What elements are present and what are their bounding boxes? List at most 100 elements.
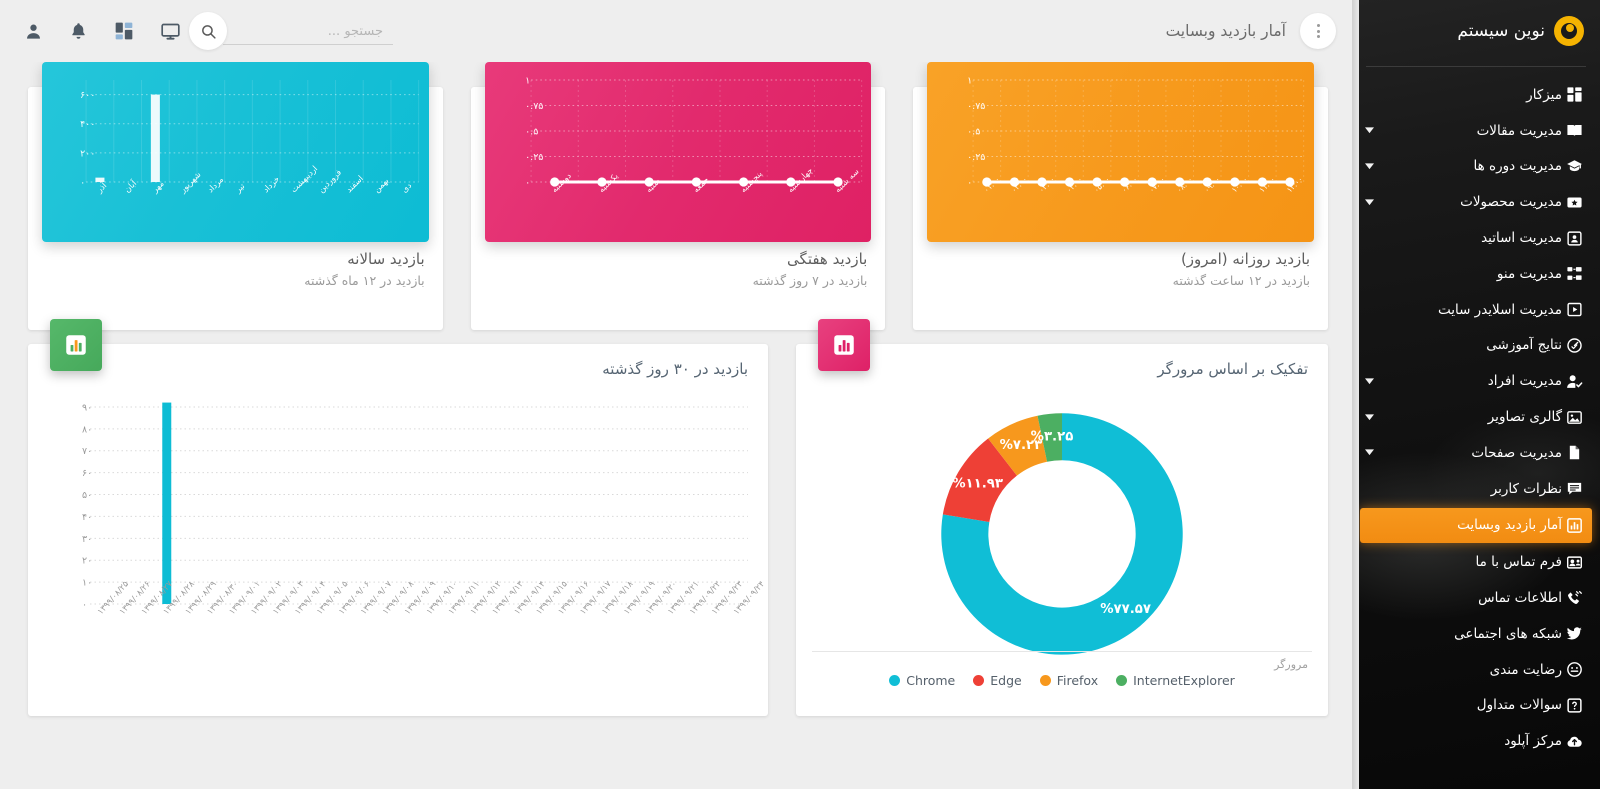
stat-card-row: ۰ ۰.۲۵ ۰.۵ ۰.۷۵ ۱ ۰۱:۰۰ ۰۲:۰۰ ۰۳:۰۰ ۰۴:۰۰ ۰۵:۰۰ ۰۶… <box>14 62 1342 330</box>
weekly-card-title: بازدید هفتگی <box>787 250 868 268</box>
sidebar-item-8[interactable]: نتایج آموزشی <box>1352 328 1600 364</box>
sidebar-divider <box>1366 66 1586 67</box>
sidebar-item-17[interactable]: رضایت مندی <box>1352 652 1600 688</box>
page-title: آمار بازدید وبسایت <box>1165 22 1286 40</box>
yearly-visits-chart: ۰۲۰۰۴۰۰۶۰۰آذر آبان مهر شهریور مرداد تیر خرداد ا… <box>80 80 420 195</box>
thirty-day-visits-chart: ۰۱۰۲۰۳۰۴۰۵۰۶۰۷۰۸۰۹۰۱۳۹۹/۰۸/۲۵۱۳۹۹/۰۸/۲۶۱… <box>82 402 766 616</box>
donut-slice-label: %۳.۲۵ <box>1031 429 1074 444</box>
sidebar-item-9[interactable]: مدیریت افراد <box>1352 363 1600 399</box>
sidebar-item-label: مدیریت افراد <box>1487 373 1562 390</box>
sidebar-item-label: نظرات کاربر <box>1490 480 1562 497</box>
svg-text:۱۰:۰۰: ۱۰:۰۰ <box>1230 175 1250 195</box>
svg-text:۰.۵: ۰.۵ <box>967 127 980 138</box>
svg-text:۶۰: ۶۰ <box>82 468 92 479</box>
svg-text:۰۶:۰۰: ۰۶:۰۰ <box>1120 175 1140 195</box>
ticket-star-icon <box>1562 191 1586 213</box>
svg-text:۰: ۰ <box>82 600 87 611</box>
svg-text:۸۰: ۸۰ <box>82 424 92 435</box>
sidebar-item-4[interactable]: مدیریت محصولات <box>1352 184 1600 220</box>
search-area <box>181 12 393 50</box>
gauge-check-icon <box>1562 334 1586 356</box>
sidebar-item-label: شبکه های اجتماعی <box>1454 625 1562 642</box>
panel-thirty-day-visits: بازدید در ۳۰ روز گذشته ۰ ۱۰ ۲۰ ۳۰ ۴۰ ۵۰ ۶۰ ۷۰ ۸۰… <box>28 319 768 716</box>
svg-text:فروردین: فروردین <box>316 167 343 194</box>
brand[interactable]: نوین سیستم <box>1352 0 1600 62</box>
sidebar-item-label: رضایت مندی <box>1489 661 1562 678</box>
legend-color-dot <box>1039 675 1051 686</box>
sidebar-item-label: مدیریت صفحات <box>1471 444 1562 461</box>
chevron-down-icon[interactable] <box>1362 199 1376 206</box>
chevron-down-icon[interactable] <box>1362 378 1376 385</box>
svg-text:۱۱:۰۰: ۱۱:۰۰ <box>1258 175 1278 195</box>
dashboard-grid-icon <box>1562 84 1586 106</box>
image-icon <box>1562 406 1586 428</box>
svg-text:۰.۵: ۰.۵ <box>525 127 538 138</box>
comment-lines-icon <box>1562 478 1586 500</box>
sidebar-item-19[interactable]: مرکز آپلود <box>1352 723 1600 759</box>
yearly-card-title: بازدید سالانه <box>347 250 425 268</box>
cloud-upload-icon <box>1562 730 1586 752</box>
svg-text:۰.۲۵: ۰.۲۵ <box>525 152 543 163</box>
sidebar-item-14[interactable]: فرم تماس با ما <box>1352 544 1600 580</box>
svg-text:۰۷:۰۰: ۰۷:۰۰ <box>1148 175 1168 195</box>
monitor-icon[interactable] <box>160 21 181 42</box>
kebab-menu-icon[interactable] <box>1300 13 1336 49</box>
sidebar-item-11[interactable]: مدیریت صفحات <box>1352 435 1600 471</box>
svg-text:۲۰۰: ۲۰۰ <box>80 148 95 159</box>
donut-legend: Chrome Edge Firefox InternetExplorer <box>812 673 1312 688</box>
bar-chart-icon[interactable] <box>50 319 102 371</box>
sidebar-item-label: مدیریت منو <box>1496 265 1562 282</box>
svg-text:جمعه: جمعه <box>690 175 710 195</box>
sidebar-item-13[interactable]: آمار بازدید وبسایت <box>1360 507 1592 544</box>
chevron-down-icon[interactable] <box>1362 127 1376 134</box>
bell-icon[interactable] <box>69 21 88 41</box>
sidebar-item-label: سوالات متداول <box>1476 697 1562 714</box>
legend-color-dot <box>1116 675 1128 686</box>
legend-item-edge[interactable]: Edge <box>973 673 1022 688</box>
search-input[interactable] <box>223 17 393 45</box>
bar-chart-icon[interactable] <box>818 319 870 371</box>
sidebar-item-7[interactable]: مدیریت اسلایدر سایت <box>1352 292 1600 328</box>
legend-label: Edge <box>990 673 1022 688</box>
user-icon[interactable] <box>24 22 43 41</box>
svg-text:۰۴:۰۰: ۰۴:۰۰ <box>1065 175 1085 195</box>
svg-text:۰۹:۰۰: ۰۹:۰۰ <box>1203 175 1223 195</box>
sidebar-item-3[interactable]: مدیریت دوره ها <box>1352 149 1600 185</box>
svg-text:۰.۲۵: ۰.۲۵ <box>967 152 985 163</box>
legend-item-internetexplorer[interactable]: InternetExplorer <box>1116 673 1235 688</box>
svg-text:مرداد: مرداد <box>205 174 225 194</box>
yearly-chart-box: ۰ ۲۰۰ ۴۰۰ ۶۰۰ آذر آبان مهر شهریور مرداد تیر خرداد ا… <box>41 62 429 242</box>
legend-color-dot <box>889 675 901 686</box>
chevron-down-icon[interactable] <box>1362 163 1376 170</box>
sidebar-item-12[interactable]: نظرات کاربر <box>1352 471 1600 507</box>
chevron-down-icon[interactable] <box>1362 413 1376 421</box>
sidebar-nav: میزکار مدیریت مقالات مدیریت دوره ها مدیریت … <box>1352 77 1600 759</box>
book-icon <box>1562 120 1586 142</box>
legend-item-firefox[interactable]: Firefox <box>1039 673 1098 688</box>
search-icon[interactable] <box>189 12 227 50</box>
svg-text:۰: ۰ <box>525 178 530 189</box>
apps-grid-icon[interactable] <box>114 21 134 41</box>
sidebar-item-label: مدیریت اساتید <box>1481 230 1562 247</box>
sidebar-item-2[interactable]: مدیریت مقالات <box>1352 113 1600 149</box>
svg-text:آبان: آبان <box>122 178 139 195</box>
sitemap-icon <box>1562 263 1586 285</box>
sidebar-item-6[interactable]: مدیریت منو <box>1352 256 1600 292</box>
legend-item-chrome[interactable]: Chrome <box>889 673 955 688</box>
legend-caption: مرورگر <box>1274 658 1308 671</box>
sidebar-item-18[interactable]: سوالات متداول <box>1352 688 1600 724</box>
sidebar-item-16[interactable]: شبکه های اجتماعی <box>1352 616 1600 652</box>
chevron-down-icon[interactable] <box>1362 449 1376 456</box>
sidebar-item-1[interactable]: میزکار <box>1352 77 1600 113</box>
sidebar: نوین سیستم میزکار مدیریت مقالات مدیریت دور… <box>1352 0 1600 789</box>
top-header: آمار بازدید وبسایت <box>0 0 1352 62</box>
legend-label: Chrome <box>906 673 956 688</box>
yearly-card-subtitle: بازدید در ۱۲ ماه گذشته <box>304 273 425 288</box>
daily-card-subtitle: بازدید در ۱۲ ساعت گذشته <box>1172 273 1310 288</box>
panel-browser-breakdown: تفکیک بر اساس مرورگر %۷۷.۵۷ %۱۱.۹۳ %۷.۲۳ %۳… <box>796 319 1328 716</box>
svg-text:۳۰: ۳۰ <box>82 534 92 545</box>
sidebar-item-15[interactable]: اطلاعات تماس <box>1352 580 1600 616</box>
sidebar-item-10[interactable]: گالری تصاویر <box>1352 399 1600 435</box>
question-box-icon <box>1562 694 1586 716</box>
sidebar-item-5[interactable]: مدیریت اساتید <box>1352 220 1600 256</box>
